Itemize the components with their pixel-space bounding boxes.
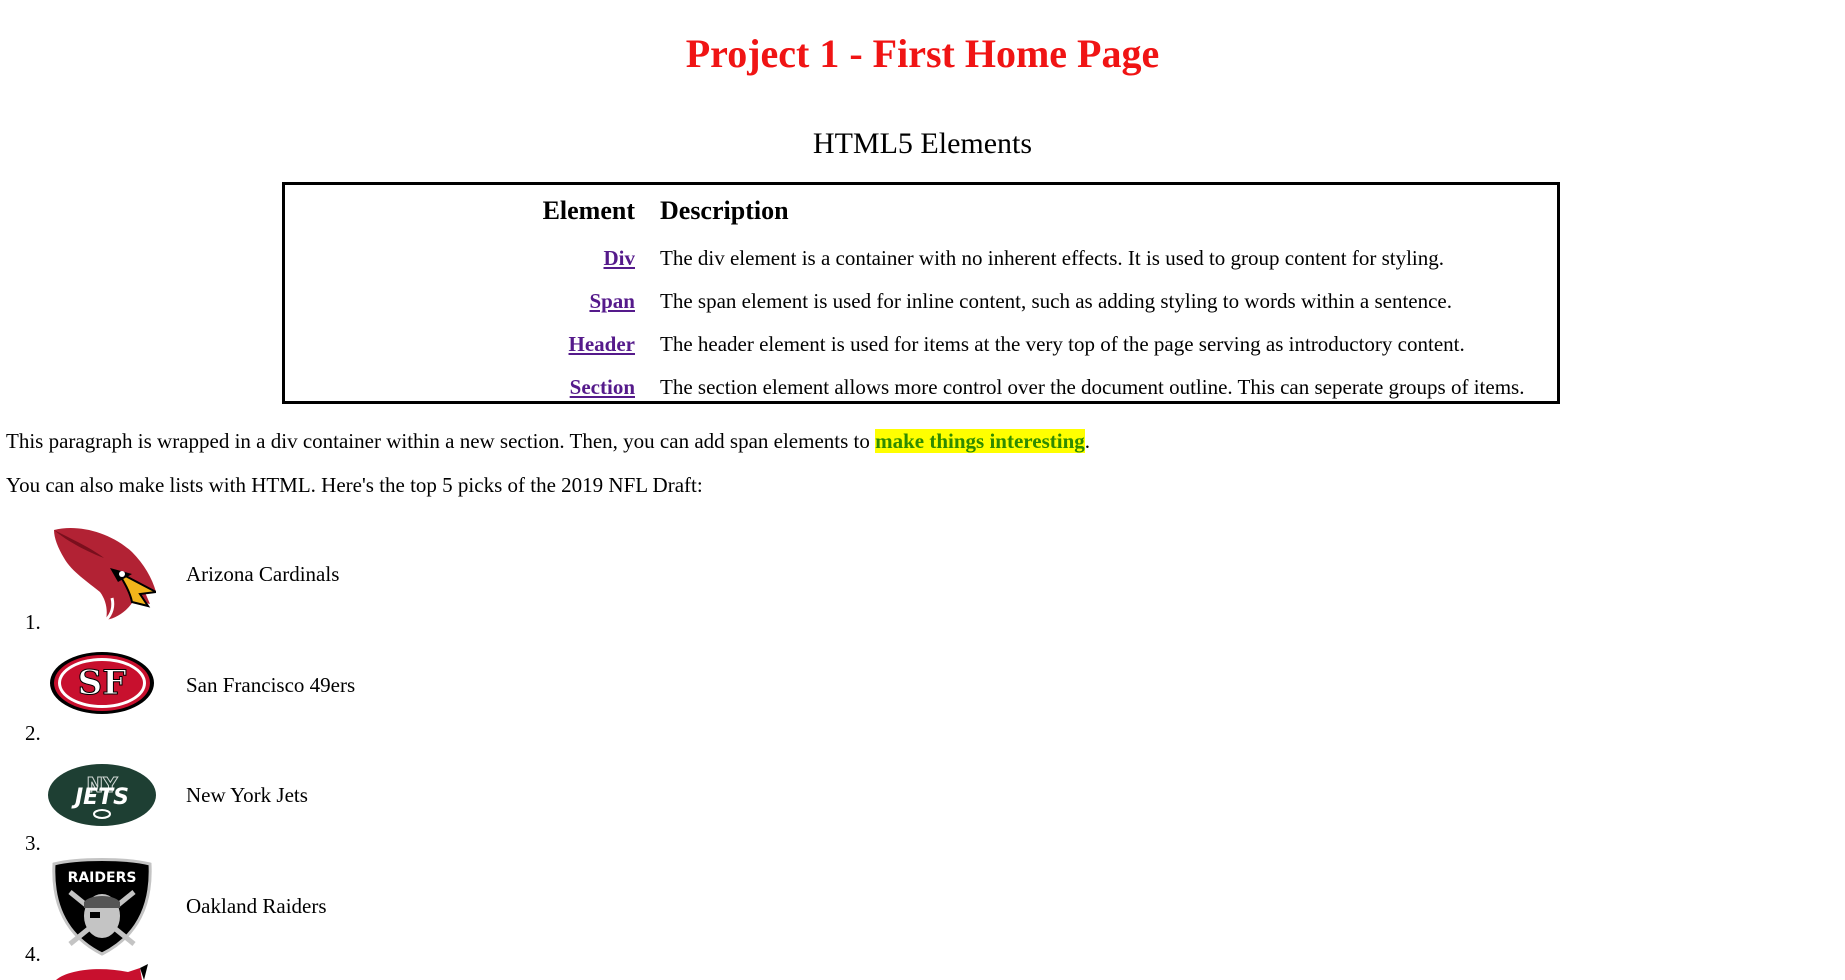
partial-logo-icon — [56, 964, 148, 980]
intro-paragraph: This paragraph is wrapped in a div conta… — [6, 427, 1090, 455]
description-header: The header element is used for items at … — [660, 332, 1465, 356]
raiders-logo-icon: RAIDERS — [52, 858, 152, 956]
link-section[interactable]: Section — [570, 373, 635, 401]
list-number-1: 1. — [25, 610, 41, 634]
description-span: The span element is used for inline cont… — [660, 289, 1452, 313]
team-name-1: Arizona Cardinals — [186, 562, 340, 586]
svg-text:SF: SF — [78, 663, 127, 703]
table-header-description: Description — [660, 196, 789, 225]
team-name-4: Oakland Raiders — [186, 894, 327, 918]
page-title: Project 1 - First Home Page — [685, 31, 1160, 76]
description-section: The section element allows more control … — [660, 375, 1525, 399]
intro-end: . — [1084, 429, 1090, 453]
elements-table: Element Description Div The div element … — [282, 182, 1560, 404]
description-div: The div element is a container with no i… — [660, 246, 1444, 270]
team-name-2: San Francisco 49ers — [186, 673, 356, 697]
svg-text:JETS: JETS — [71, 785, 129, 810]
section-heading: HTML5 Elements — [812, 127, 1033, 160]
cardinals-logo-icon — [54, 528, 156, 622]
list-intro-paragraph: You can also make lists with HTML. Here'… — [6, 473, 703, 497]
jets-logo-icon: NY JETS — [48, 764, 156, 826]
list-number-2: 2. — [25, 721, 41, 745]
intro-text: This paragraph is wrapped in a div conta… — [6, 429, 876, 453]
link-div[interactable]: Div — [604, 244, 636, 272]
link-span[interactable]: Span — [589, 287, 635, 315]
list-number-4: 4. — [25, 942, 41, 966]
list-number-3: 3. — [25, 831, 41, 855]
49ers-logo-icon: SF — [50, 652, 154, 714]
highlighted-span: make things interesting — [875, 429, 1085, 453]
team-name-3: New York Jets — [186, 783, 308, 807]
svg-text:RAIDERS: RAIDERS — [68, 870, 137, 886]
table-header-element: Element — [542, 196, 635, 225]
page: Project 1 - First Home Page HTML5 Elemen… — [0, 0, 1845, 980]
link-header[interactable]: Header — [569, 330, 635, 358]
